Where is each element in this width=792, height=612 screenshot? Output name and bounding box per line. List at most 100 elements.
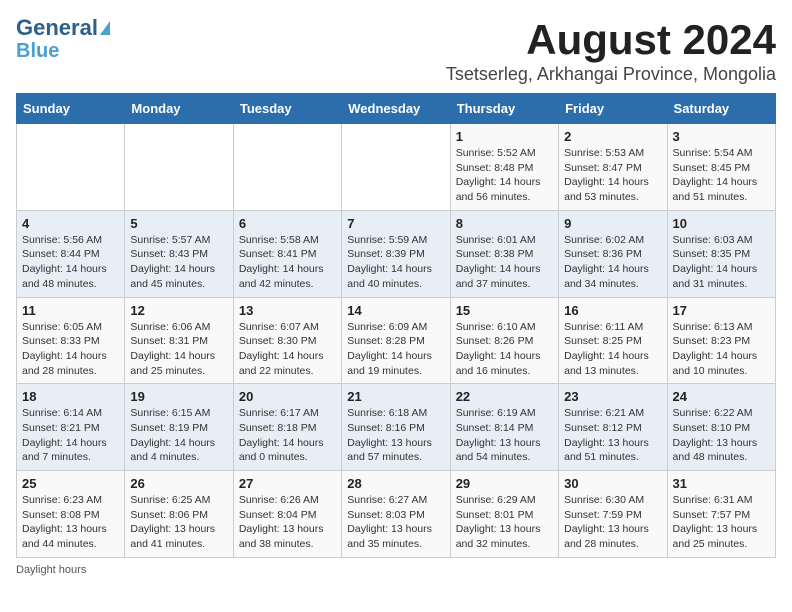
day-info: Sunrise: 6:19 AMSunset: 8:14 PMDaylight:… <box>456 406 553 465</box>
footer-note: Daylight hours <box>16 564 776 576</box>
day-info: Sunrise: 6:01 AMSunset: 8:38 PMDaylight:… <box>456 233 553 292</box>
calendar-cell: 19 Sunrise: 6:15 AMSunset: 8:19 PMDayligh… <box>125 384 233 471</box>
day-number: 23 <box>564 389 661 404</box>
calendar-cell: 27Sunrise: 6:26 AMSunset: 8:04 PMDayligh… <box>233 471 341 558</box>
calendar-cell: 8 Sunrise: 6:01 AMSunset: 8:38 PMDaylight… <box>450 210 558 297</box>
calendar-cell: 21 Sunrise: 6:18 AMSunset: 8:16 PMDayligh… <box>342 384 450 471</box>
day-number: 10 <box>673 216 770 231</box>
calendar-cell: 7 Sunrise: 5:59 AMSunset: 8:39 PMDaylight… <box>342 210 450 297</box>
day-number: 13 <box>239 303 336 318</box>
calendar-cell <box>342 124 450 211</box>
calendar-table: SundayMondayTuesdayWednesdayThursdayFrid… <box>16 93 776 558</box>
day-info: Sunrise: 6:23 AMSunset: 8:08 PMDaylight:… <box>22 493 119 552</box>
calendar-day-header: Monday <box>125 94 233 124</box>
logo-triangle-icon <box>100 21 110 35</box>
calendar-cell: 25 Sunrise: 6:23 AMSunset: 8:08 PMDayligh… <box>17 471 125 558</box>
day-info: Sunrise: 5:56 AMSunset: 8:44 PMDaylight:… <box>22 233 119 292</box>
day-number: 9 <box>564 216 661 231</box>
day-number: 7 <box>347 216 444 231</box>
title-area: August 2024 Tsetserleg, Arkhangai Provin… <box>446 16 776 85</box>
day-info: Sunrise: 6:31 AMSunset: 7:57 PMDaylight:… <box>673 493 770 552</box>
day-number: 22 <box>456 389 553 404</box>
day-info: Sunrise: 5:57 AMSunset: 8:43 PMDaylight:… <box>130 233 227 292</box>
day-number: 21 <box>347 389 444 404</box>
logo-blue: Blue <box>16 40 59 62</box>
day-number: 17 <box>673 303 770 318</box>
day-info: Sunrise: 5:53 AMSunset: 8:47 PMDaylight:… <box>564 146 661 205</box>
calendar-cell: 12 Sunrise: 6:06 AMSunset: 8:31 PMDayligh… <box>125 297 233 384</box>
calendar-header-row: SundayMondayTuesdayWednesdayThursdayFrid… <box>17 94 776 124</box>
day-number: 19 <box>130 389 227 404</box>
calendar-cell: 18Sunrise: 6:14 AMSunset: 8:21 PMDayligh… <box>17 384 125 471</box>
day-info: Sunrise: 6:21 AMSunset: 8:12 PMDaylight:… <box>564 406 661 465</box>
calendar-cell: 9 Sunrise: 6:02 AMSunset: 8:36 PMDaylight… <box>559 210 667 297</box>
calendar-cell: 28 Sunrise: 6:27 AMSunset: 8:03 PMDayligh… <box>342 471 450 558</box>
day-number: 12 <box>130 303 227 318</box>
day-info: Sunrise: 6:07 AMSunset: 8:30 PMDaylight:… <box>239 320 336 379</box>
calendar-week-row: 11 Sunrise: 6:05 AMSunset: 8:33 PMDayligh… <box>17 297 776 384</box>
day-info: Sunrise: 6:02 AMSunset: 8:36 PMDaylight:… <box>564 233 661 292</box>
calendar-week-row: 18Sunrise: 6:14 AMSunset: 8:21 PMDayligh… <box>17 384 776 471</box>
day-number: 20 <box>239 389 336 404</box>
calendar-cell: 4Sunrise: 5:56 AMSunset: 8:44 PMDaylight… <box>17 210 125 297</box>
subtitle: Tsetserleg, Arkhangai Province, Mongolia <box>446 64 776 85</box>
calendar-cell: 17 Sunrise: 6:13 AMSunset: 8:23 PMDayligh… <box>667 297 775 384</box>
day-info: Sunrise: 5:58 AMSunset: 8:41 PMDaylight:… <box>239 233 336 292</box>
day-number: 11 <box>22 303 119 318</box>
calendar-cell: 31Sunrise: 6:31 AMSunset: 7:57 PMDayligh… <box>667 471 775 558</box>
day-info: Sunrise: 6:15 AMSunset: 8:19 PMDaylight:… <box>130 406 227 465</box>
day-info: Sunrise: 5:54 AMSunset: 8:45 PMDaylight:… <box>673 146 770 205</box>
day-info: Sunrise: 6:25 AMSunset: 8:06 PMDaylight:… <box>130 493 227 552</box>
day-info: Sunrise: 6:11 AMSunset: 8:25 PMDaylight:… <box>564 320 661 379</box>
day-number: 3 <box>673 129 770 144</box>
day-number: 1 <box>456 129 553 144</box>
calendar-cell: 2 Sunrise: 5:53 AMSunset: 8:47 PMDaylight… <box>559 124 667 211</box>
calendar-cell: 13 Sunrise: 6:07 AMSunset: 8:30 PMDayligh… <box>233 297 341 384</box>
day-info: Sunrise: 6:26 AMSunset: 8:04 PMDaylight:… <box>239 493 336 552</box>
calendar-cell: 29Sunrise: 6:29 AMSunset: 8:01 PMDayligh… <box>450 471 558 558</box>
calendar-cell: 24 Sunrise: 6:22 AMSunset: 8:10 PMDayligh… <box>667 384 775 471</box>
day-number: 8 <box>456 216 553 231</box>
calendar-cell: 23 Sunrise: 6:21 AMSunset: 8:12 PMDayligh… <box>559 384 667 471</box>
calendar-cell: 6 Sunrise: 5:58 AMSunset: 8:41 PMDaylight… <box>233 210 341 297</box>
calendar-cell: 15 Sunrise: 6:10 AMSunset: 8:26 PMDayligh… <box>450 297 558 384</box>
day-info: Sunrise: 6:05 AMSunset: 8:33 PMDaylight:… <box>22 320 119 379</box>
day-info: Sunrise: 6:22 AMSunset: 8:10 PMDaylight:… <box>673 406 770 465</box>
day-number: 30 <box>564 476 661 491</box>
day-number: 26 <box>130 476 227 491</box>
day-number: 25 <box>22 476 119 491</box>
day-info: Sunrise: 6:29 AMSunset: 8:01 PMDaylight:… <box>456 493 553 552</box>
day-number: 2 <box>564 129 661 144</box>
header: General Blue August 2024 Tsetserleg, Ark… <box>16 16 776 85</box>
main-title: August 2024 <box>446 16 776 64</box>
calendar-day-header: Friday <box>559 94 667 124</box>
day-info: Sunrise: 6:06 AMSunset: 8:31 PMDaylight:… <box>130 320 227 379</box>
day-info: Sunrise: 6:13 AMSunset: 8:23 PMDaylight:… <box>673 320 770 379</box>
day-info: Sunrise: 6:14 AMSunset: 8:21 PMDaylight:… <box>22 406 119 465</box>
calendar-week-row: 25 Sunrise: 6:23 AMSunset: 8:08 PMDayligh… <box>17 471 776 558</box>
day-info: Sunrise: 6:27 AMSunset: 8:03 PMDaylight:… <box>347 493 444 552</box>
calendar-day-header: Thursday <box>450 94 558 124</box>
day-info: Sunrise: 6:03 AMSunset: 8:35 PMDaylight:… <box>673 233 770 292</box>
calendar-cell: 11 Sunrise: 6:05 AMSunset: 8:33 PMDayligh… <box>17 297 125 384</box>
calendar-cell: 1 Sunrise: 5:52 AMSunset: 8:48 PMDaylight… <box>450 124 558 211</box>
day-number: 15 <box>456 303 553 318</box>
day-info: Sunrise: 6:18 AMSunset: 8:16 PMDaylight:… <box>347 406 444 465</box>
calendar-cell <box>17 124 125 211</box>
day-info: Sunrise: 6:17 AMSunset: 8:18 PMDaylight:… <box>239 406 336 465</box>
calendar-cell: 3 Sunrise: 5:54 AMSunset: 8:45 PMDaylight… <box>667 124 775 211</box>
calendar-cell <box>125 124 233 211</box>
day-number: 24 <box>673 389 770 404</box>
day-info: Sunrise: 5:59 AMSunset: 8:39 PMDaylight:… <box>347 233 444 292</box>
calendar-day-header: Wednesday <box>342 94 450 124</box>
calendar-cell: 26 Sunrise: 6:25 AMSunset: 8:06 PMDayligh… <box>125 471 233 558</box>
logo-general: General <box>16 16 98 40</box>
day-info: Sunrise: 6:09 AMSunset: 8:28 PMDaylight:… <box>347 320 444 379</box>
day-number: 28 <box>347 476 444 491</box>
calendar-cell: 5Sunrise: 5:57 AMSunset: 8:43 PMDaylight… <box>125 210 233 297</box>
day-info: Sunrise: 6:10 AMSunset: 8:26 PMDaylight:… <box>456 320 553 379</box>
day-info: Sunrise: 5:52 AMSunset: 8:48 PMDaylight:… <box>456 146 553 205</box>
calendar-day-header: Saturday <box>667 94 775 124</box>
day-info: Sunrise: 6:30 AMSunset: 7:59 PMDaylight:… <box>564 493 661 552</box>
day-number: 6 <box>239 216 336 231</box>
